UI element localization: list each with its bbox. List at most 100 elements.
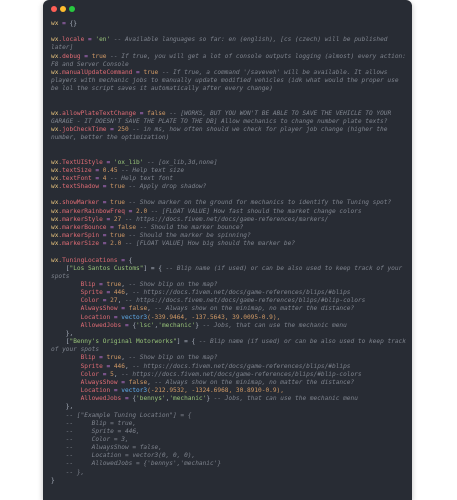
code-token: =	[117, 305, 129, 313]
code-line: ["Benny's Original Motorworks"] = { -- B…	[51, 338, 406, 354]
code-comment: -- Sprite = 446,	[51, 427, 140, 435]
code-comment: -- https://docs.fivem.net/docs/game-refe…	[121, 297, 366, 305]
code-line: Location = vector3(-339.9464, -137.5643,…	[51, 314, 406, 322]
code-token: =	[102, 158, 114, 166]
code-token: true	[91, 52, 107, 60]
code-comment: -- AlwaysShow = false,	[51, 444, 162, 452]
code-window: wx = {} wx.locale = 'en' -- Available la…	[43, 0, 412, 500]
code-token: .showMarker	[58, 199, 100, 207]
code-token: =	[136, 109, 148, 117]
minimize-window-button[interactable]	[60, 6, 66, 12]
code-token: 'mechanic'	[169, 395, 207, 403]
code-token: true	[143, 68, 159, 76]
code-token: true	[110, 232, 125, 240]
code-token: [	[51, 264, 70, 272]
code-token: .textShadow	[58, 183, 100, 191]
code-comment: -- https://docs.fivem.net/docs/game-refe…	[128, 362, 351, 370]
code-token: true	[110, 199, 125, 207]
code-line: wx.textSize = 0.45 -- Help text size	[51, 167, 406, 175]
code-token: =	[91, 166, 103, 174]
maximize-window-button[interactable]	[69, 6, 75, 12]
code-token: =	[84, 36, 96, 44]
code-token: .debug	[58, 52, 81, 60]
code-line: wx.TextUIStyle = 'ox_lib' -- [ox_lib,3d,…	[51, 159, 406, 167]
code-line: -- Blip = true,	[51, 420, 406, 428]
code-token: [	[51, 338, 70, 346]
code-comment: -- Show blip on the map?	[124, 354, 218, 362]
code-token: =	[106, 223, 118, 231]
code-token: =	[110, 387, 122, 395]
code-line: },	[51, 330, 406, 338]
code-line: wx = {}	[51, 20, 406, 28]
code-token: 27	[110, 297, 118, 305]
code-token: "Los Santos Customs"	[69, 264, 144, 272]
code-token: Blip	[51, 281, 96, 288]
code-token: .allowPlateTextChange	[58, 109, 137, 117]
code-token: 250	[117, 126, 129, 134]
code-line: -- Color = 3,	[51, 436, 406, 444]
code-line: AlwaysShow = false, -- Always show on th…	[51, 379, 406, 387]
code-line: wx.TuningLocations = {	[51, 257, 406, 265]
code-token: 'ox_lib'	[113, 158, 144, 166]
code-line: -- Sprite = 446,	[51, 428, 406, 436]
code-token: 2.0	[110, 240, 122, 248]
code-token: .textSize	[58, 166, 92, 174]
code-token: Location	[51, 387, 111, 395]
code-token: =	[58, 20, 70, 27]
code-comment: -- [FLOAT VALUE] How fast should the mar…	[147, 207, 362, 215]
code-token: =	[121, 395, 133, 403]
code-comment: -- ["Example Tuning Location"] = {	[51, 411, 192, 419]
code-token: 2.0	[136, 207, 148, 215]
code-line: wx.markerSpin = true -- Should the marke…	[51, 232, 406, 240]
code-line: AllowedJobs = {'lsc','mechanic'} -- Jobs…	[51, 322, 406, 330]
code-token: =	[102, 362, 114, 370]
code-comment: -- Jobs, that can use the mechanic menu	[198, 321, 347, 329]
code-comment: -- Should the marker be spinning?	[124, 232, 251, 240]
code-token: =	[117, 378, 129, 386]
code-token: ] = {	[143, 264, 162, 272]
code-token: AlwaysShow	[51, 305, 118, 313]
code-line: wx.markerStyle = 27 -- https://docs.five…	[51, 216, 406, 224]
code-token: =	[124, 207, 137, 215]
code-token: =	[99, 232, 111, 240]
close-window-button[interactable]	[51, 6, 57, 12]
code-line: Location = vector3(-212.9532, -1324.6968…	[51, 387, 406, 395]
code-token: (-339.9464, -137.5643, 39.0095-0.9),	[147, 313, 281, 321]
code-token: Color	[51, 297, 100, 305]
code-token: }	[51, 476, 55, 484]
code-token: =	[99, 183, 111, 191]
code-token: =	[132, 68, 144, 76]
code-token: ] = {	[176, 338, 196, 346]
code-token: Color	[51, 370, 100, 378]
code-token: Sprite	[51, 362, 103, 370]
code-token: AlwaysShow	[51, 378, 118, 386]
code-token: =	[102, 215, 114, 223]
code-token: false	[128, 305, 148, 313]
code-token: (-212.9532, -1324.6968, 30.8910-0.9),	[147, 387, 284, 395]
code-token: false	[147, 109, 166, 117]
code-comment: -- Should the marker bounce?	[136, 223, 244, 231]
code-comment: -- Show marker on the ground for mechani…	[124, 199, 392, 207]
code-token: .markerSize	[58, 240, 100, 248]
code-line: -- AllowedJobs = {'bennys','mechanic'}	[51, 460, 406, 468]
code-token: .TextUIStyle	[58, 158, 103, 166]
code-token: true	[106, 354, 122, 362]
code-line: Sprite = 446, -- https://docs.fivem.net/…	[51, 363, 406, 371]
code-token: =	[99, 297, 111, 305]
code-token: Sprite	[51, 289, 103, 297]
code-line: AllowedJobs = {'bennys','mechanic'} -- J…	[51, 395, 406, 403]
code-token: =	[80, 52, 92, 60]
code-token: .markerRainbowFreq	[58, 207, 125, 215]
code-line: Blip = true, -- Show blip on the map?	[51, 354, 406, 362]
code-line: -- ["Example Tuning Location"] = {	[51, 412, 406, 420]
code-token: {	[128, 256, 133, 264]
code-token: .markerStyle	[58, 215, 103, 223]
code-comment: -- https://docs.fivem.net/docs/game-refe…	[121, 215, 329, 223]
code-token: },	[51, 329, 74, 337]
code-token: 446	[113, 362, 125, 370]
code-comment: -- Jobs, that can use the mechanic menu	[210, 395, 358, 403]
code-token: 0.45	[102, 166, 118, 174]
code-token: Location	[51, 313, 111, 321]
